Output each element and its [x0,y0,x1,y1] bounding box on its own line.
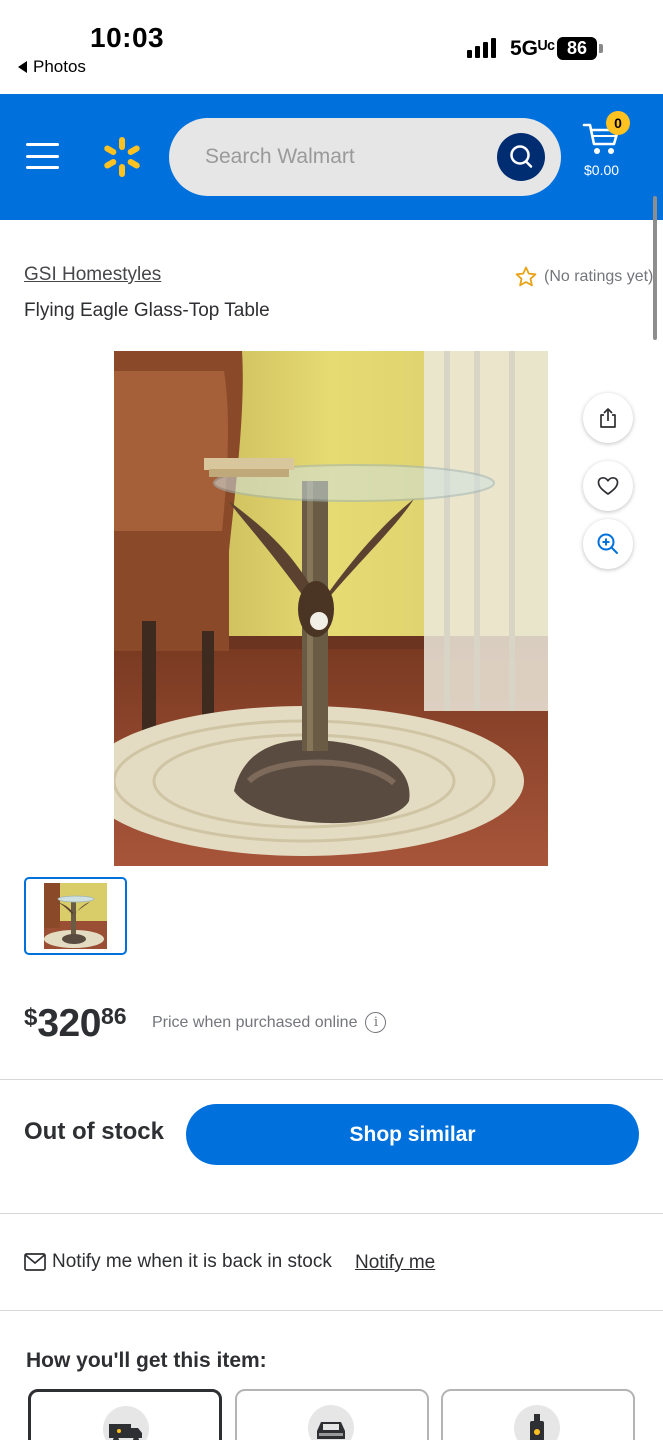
back-to-photos[interactable]: Photos [18,57,86,77]
cart-total: $0.00 [584,162,620,178]
price-dollars: 320 [37,1002,101,1045]
fulfillment-option-pickup[interactable] [235,1389,429,1440]
fulfillment-option-delivery[interactable] [441,1389,635,1440]
walmart-spark-logo[interactable] [101,136,143,178]
page-scrollbar[interactable] [653,196,657,340]
divider [0,1079,663,1080]
cart-count-badge: 0 [606,111,630,135]
share-icon [600,408,616,428]
divider [0,1310,663,1311]
info-icon[interactable]: i [365,1012,387,1033]
cart-button[interactable]: 0 $0.00 [580,111,640,184]
search-bar [169,118,561,196]
product-image[interactable] [114,351,548,866]
price-cents: 86 [100,1003,127,1029]
pickup-car-icon [308,1405,354,1440]
back-arrow-icon [18,61,27,73]
status-time: 10:03 [90,22,165,53]
search-icon [510,145,533,168]
shop-similar-button[interactable]: Shop similar [186,1104,639,1165]
product-price: $ 320 86 [24,1000,127,1046]
shipping-truck-icon [103,1406,149,1440]
fulfillment-heading: How you'll get this item: [26,1349,267,1372]
site-header: 0 $0.00 [0,94,663,220]
notify-me-link[interactable]: Notify me [355,1252,435,1274]
zoom-button[interactable] [583,519,633,569]
product-title: Flying Eagle Glass-Top Table [24,300,270,321]
share-button[interactable] [583,393,633,443]
search-input[interactable] [205,118,485,196]
favorite-button[interactable] [583,461,633,511]
status-bar: 10:03 Photos 5Gᵁᶜ 86 [0,0,663,94]
price-note: Price when purchased online i [152,1012,387,1033]
back-label: Photos [33,57,86,76]
zoom-in-icon [597,533,618,554]
product-thumbnail[interactable] [24,877,127,955]
fulfillment-option-shipping[interactable] [28,1389,222,1440]
battery-icon: 86 [557,37,597,60]
heart-icon [597,476,619,495]
brand-link[interactable]: GSI Homestyles [24,264,161,286]
menu-icon[interactable] [26,143,59,169]
star-outline-icon [515,266,537,287]
price-note-text: Price when purchased online [152,1013,358,1031]
battery-tip [599,44,603,53]
delivery-bag-icon [514,1405,560,1440]
network-label: 5Gᵁᶜ [510,37,556,60]
search-button[interactable] [497,133,545,181]
price-currency: $ [24,1004,38,1031]
stock-status: Out of stock [24,1118,165,1145]
divider [0,1213,663,1214]
battery-level: 86 [566,38,588,58]
notify-row: Notify me when it is back in stock [24,1251,332,1273]
thumbnail-image [44,883,107,949]
notify-message: Notify me when it is back in stock [52,1251,332,1272]
rating-text: (No ratings yet) [544,268,654,285]
rating-summary[interactable]: (No ratings yet) [514,265,653,289]
mail-icon [24,1253,46,1271]
signal-icon [467,38,496,58]
